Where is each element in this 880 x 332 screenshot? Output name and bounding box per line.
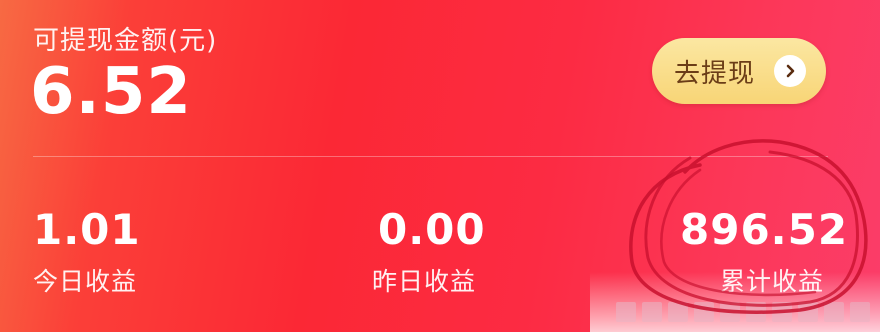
withdraw-button[interactable]: 去提现 [652,38,826,104]
stat-label: 今日收益 [33,267,138,296]
stat-label: 累计收益 [720,267,825,296]
watermark-blocks [616,302,870,322]
withdrawable-amount-label: 可提现金额(元) [33,26,218,56]
withdraw-button-label: 去提现 [674,58,756,89]
stat-today-earnings: 1.01 今日收益 [33,204,141,298]
stat-total-earnings: 896.52 累计收益 [680,204,848,298]
withdrawable-amount-value: 6.52 [30,55,192,129]
divider [33,156,828,157]
stat-yesterday-earnings: 0.00 昨日收益 [372,204,486,298]
earnings-card: 可提现金额(元) 6.52 去提现 1.01 今日收益 0.00 昨日收益 89… [0,0,880,332]
stat-value: 896.52 [680,205,849,254]
stat-label: 昨日收益 [372,267,477,296]
stat-value: 0.00 [378,205,486,254]
stat-value: 1.01 [33,205,141,254]
chevron-right-icon [774,55,806,87]
